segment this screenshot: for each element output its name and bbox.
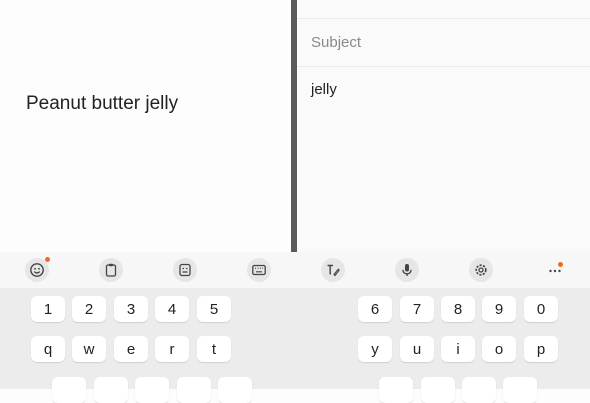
key[interactable]: 0 bbox=[524, 296, 558, 322]
key[interactable]: o bbox=[482, 336, 516, 362]
key[interactable]: 2 bbox=[72, 296, 106, 322]
key[interactable]: 6 bbox=[358, 296, 392, 322]
clipboard-icon[interactable] bbox=[99, 258, 123, 282]
body-field[interactable]: jelly bbox=[311, 81, 337, 98]
microphone-icon[interactable] bbox=[395, 258, 419, 282]
key[interactable]: 3 bbox=[114, 296, 148, 322]
key[interactable]: e bbox=[114, 336, 148, 362]
subject-field[interactable]: Subject bbox=[311, 34, 361, 51]
more-icon[interactable] bbox=[543, 258, 567, 282]
key[interactable] bbox=[503, 377, 537, 403]
handwriting-icon[interactable] bbox=[321, 258, 345, 282]
keyboard-toolbar bbox=[0, 252, 590, 288]
keyboard-icon[interactable] bbox=[247, 258, 271, 282]
compose-pane: Subject jelly bbox=[297, 0, 590, 252]
key[interactable]: 9 bbox=[482, 296, 516, 322]
key[interactable] bbox=[52, 377, 86, 403]
keyboard: 1 2 3 4 5 6 7 8 9 0 q w e r t y u i o p bbox=[0, 252, 590, 403]
divider-line bbox=[297, 66, 590, 67]
key[interactable]: p bbox=[524, 336, 558, 362]
key[interactable] bbox=[379, 377, 413, 403]
notification-dot bbox=[45, 257, 50, 262]
sticker-icon[interactable] bbox=[173, 258, 197, 282]
key[interactable]: t bbox=[197, 336, 231, 362]
keys-area: 1 2 3 4 5 6 7 8 9 0 q w e r t y u i o p bbox=[0, 288, 590, 403]
key[interactable] bbox=[218, 377, 252, 403]
key[interactable]: 4 bbox=[155, 296, 189, 322]
note-text[interactable]: Peanut butter jelly bbox=[26, 93, 178, 115]
key[interactable] bbox=[462, 377, 496, 403]
key[interactable] bbox=[94, 377, 128, 403]
key[interactable]: r bbox=[155, 336, 189, 362]
key[interactable]: u bbox=[400, 336, 434, 362]
key[interactable]: y bbox=[358, 336, 392, 362]
key[interactable]: 8 bbox=[441, 296, 475, 322]
key[interactable] bbox=[177, 377, 211, 403]
key[interactable] bbox=[135, 377, 169, 403]
key[interactable]: 1 bbox=[31, 296, 65, 322]
key[interactable]: i bbox=[441, 336, 475, 362]
key[interactable]: 7 bbox=[400, 296, 434, 322]
left-pane: Peanut butter jelly bbox=[0, 0, 291, 252]
key[interactable]: w bbox=[72, 336, 106, 362]
gear-icon[interactable] bbox=[469, 258, 493, 282]
key[interactable] bbox=[421, 377, 455, 403]
notification-dot bbox=[558, 262, 563, 267]
divider-line bbox=[297, 18, 590, 19]
key[interactable]: 5 bbox=[197, 296, 231, 322]
key[interactable]: q bbox=[31, 336, 65, 362]
